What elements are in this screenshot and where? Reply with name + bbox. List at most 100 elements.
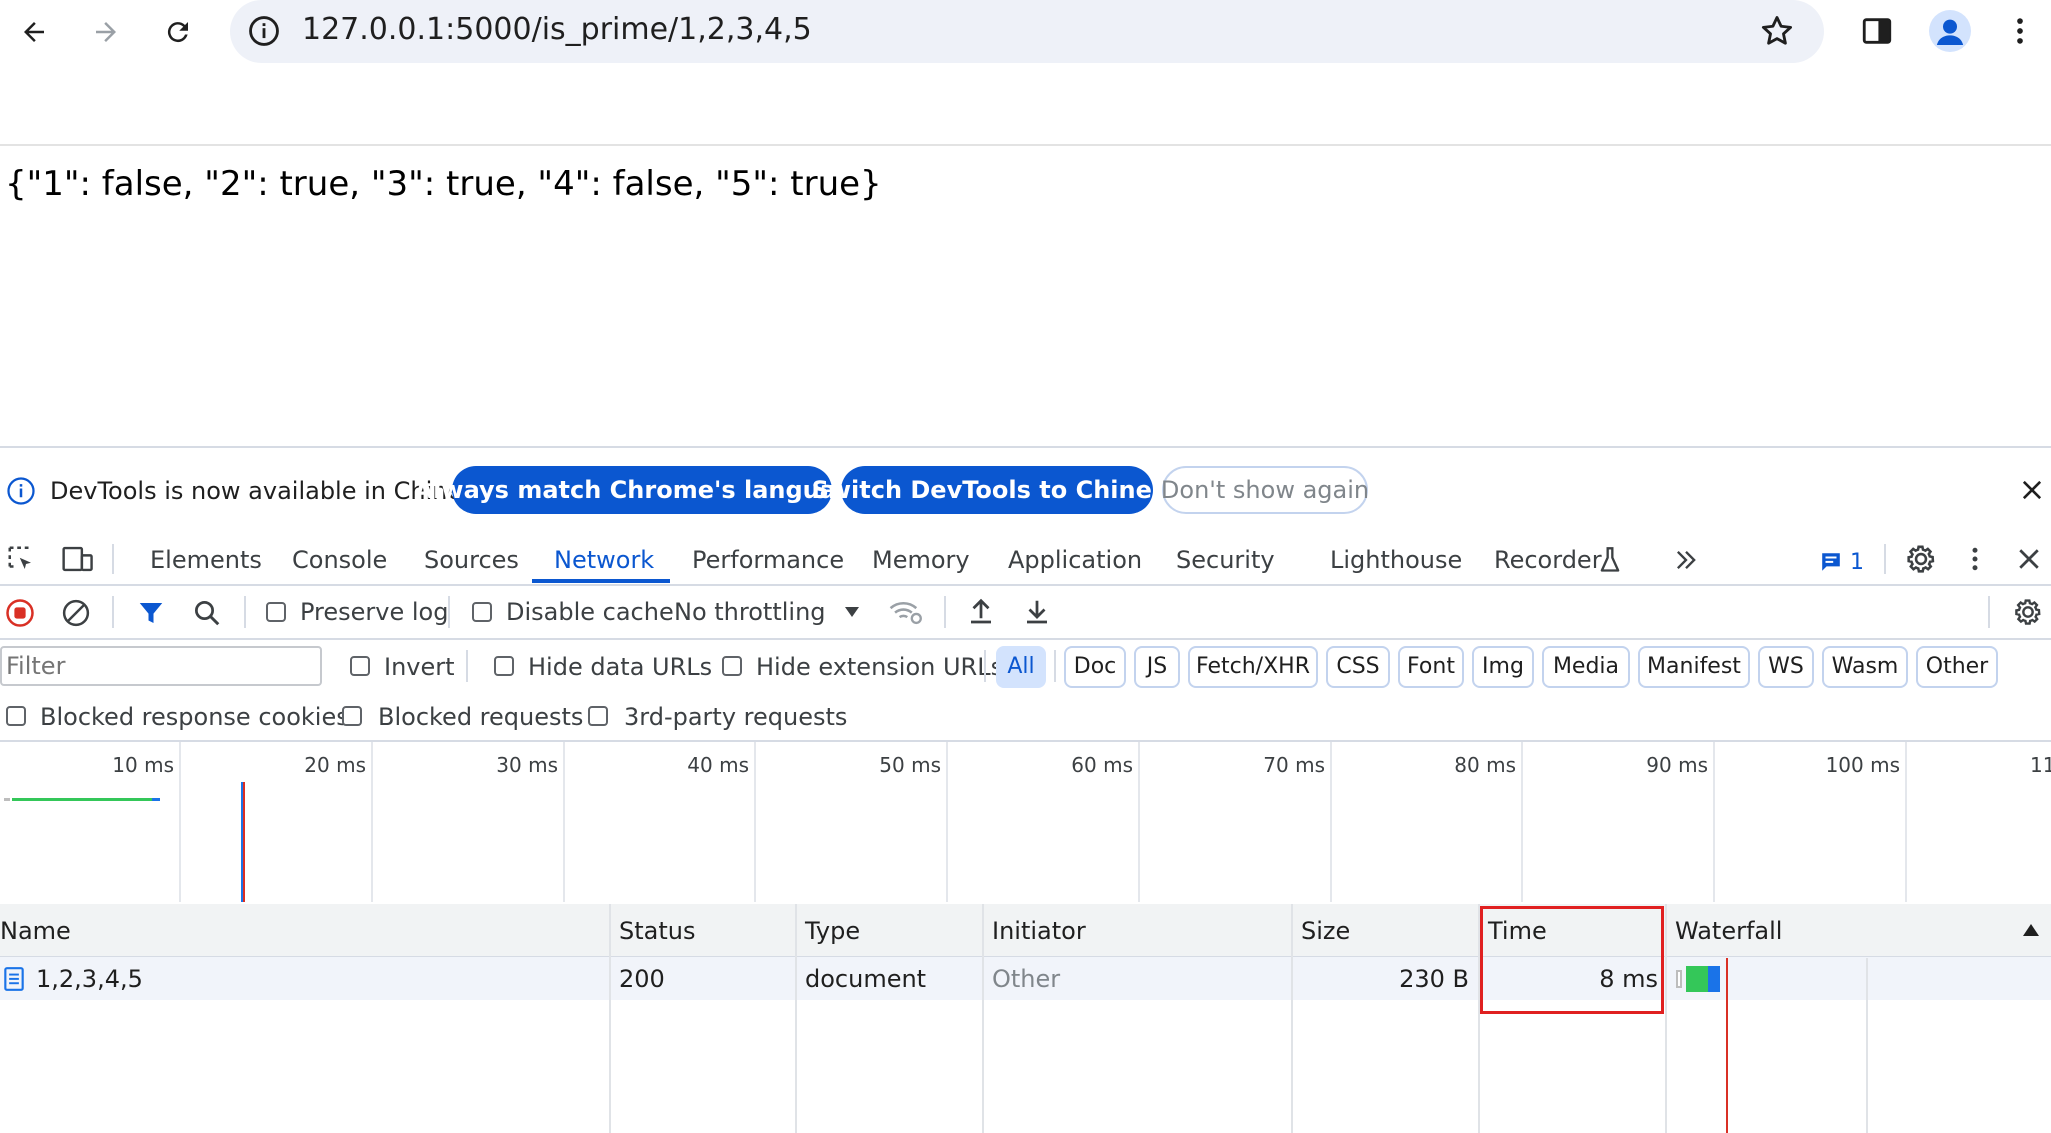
request-name[interactable]: 1,2,3,4,5 <box>36 962 143 996</box>
tab-application[interactable]: Application <box>1008 543 1142 577</box>
request-initiator: Other <box>992 965 1061 993</box>
issues-count[interactable]: 1 <box>1850 548 1864 578</box>
search-icon[interactable] <box>192 598 222 628</box>
hide-data-urls-label[interactable]: Hide data URLs <box>528 650 712 684</box>
forward-arrow-icon <box>96 22 116 42</box>
column-divider[interactable] <box>982 904 984 1133</box>
clear-icon[interactable] <box>61 598 91 628</box>
device-toolbar-icon[interactable] <box>60 544 94 574</box>
column-header-initiator[interactable]: Initiator <box>992 915 1086 947</box>
tab-lighthouse[interactable]: Lighthouse <box>1330 543 1462 577</box>
column-header-status[interactable]: Status <box>619 915 695 947</box>
disable-cache-checkbox[interactable] <box>472 602 492 622</box>
network-conditions-icon[interactable] <box>888 596 924 628</box>
toolbar-separator <box>112 596 114 628</box>
filter-funnel-icon[interactable] <box>136 598 166 628</box>
column-header-type[interactable]: Type <box>805 915 860 947</box>
type-filter-ws[interactable]: WS <box>1758 646 1814 688</box>
column-divider[interactable] <box>609 904 611 1133</box>
type-filter-wasm[interactable]: Wasm <box>1822 646 1908 688</box>
tab-sources[interactable]: Sources <box>424 543 519 577</box>
browser-menu-icon[interactable] <box>2012 14 2028 48</box>
record-stop-icon[interactable] <box>5 598 35 628</box>
tab-memory[interactable]: Memory <box>872 543 970 577</box>
hide-extension-urls-checkbox[interactable] <box>722 656 742 676</box>
side-panel-icon[interactable] <box>1860 14 1894 48</box>
export-har-icon[interactable] <box>1022 596 1052 628</box>
throttling-select[interactable]: No throttling <box>674 595 826 629</box>
back-button[interactable] <box>10 8 58 56</box>
tab-network[interactable]: Network <box>554 543 654 577</box>
sort-ascending-icon[interactable] <box>2022 922 2040 938</box>
type-filter-font[interactable]: Font <box>1398 646 1464 688</box>
reload-button[interactable] <box>154 8 202 56</box>
column-header-size[interactable]: Size <box>1301 915 1350 947</box>
page-json-content: {"1": false, "2": true, "3": true, "4": … <box>5 164 882 204</box>
third-party-checkbox[interactable] <box>588 706 608 726</box>
page-divider <box>0 144 2051 146</box>
profile-avatar-icon[interactable] <box>1929 10 1971 52</box>
type-filter-fetch-xhr[interactable]: Fetch/XHR <box>1188 646 1318 688</box>
tab-security[interactable]: Security <box>1176 543 1275 577</box>
issues-message-icon[interactable] <box>1820 551 1842 573</box>
column-divider[interactable] <box>1665 904 1667 1133</box>
column-divider[interactable] <box>795 904 797 1133</box>
overview-gridline <box>1905 742 1907 902</box>
blocked-requests-checkbox[interactable] <box>342 706 362 726</box>
waterfall-gridline <box>1866 958 1868 1133</box>
third-party-label[interactable]: 3rd-party requests <box>624 700 847 734</box>
close-infobar-icon[interactable] <box>2018 476 2046 504</box>
column-divider[interactable] <box>1291 904 1293 1133</box>
type-filter-manifest[interactable]: Manifest <box>1638 646 1750 688</box>
network-settings-gear-icon[interactable] <box>2012 596 2044 628</box>
waterfall-load-line <box>1726 958 1728 1133</box>
request-status: 200 <box>619 965 665 993</box>
hide-data-urls-checkbox[interactable] <box>494 656 514 676</box>
overview-tick-label: 40 ms <box>687 753 749 777</box>
overview-tick-label: 90 ms <box>1646 753 1708 777</box>
hide-extension-urls-label[interactable]: Hide extension URLs <box>756 650 1003 684</box>
devtools-menu-icon[interactable] <box>1968 544 1982 574</box>
blocked-requests-label[interactable]: Blocked requests <box>378 700 583 734</box>
invert-checkbox[interactable] <box>350 656 370 676</box>
more-tabs-chevron-icon[interactable] <box>1672 546 1700 574</box>
filter-separator <box>1054 650 1056 682</box>
info-icon <box>6 476 36 506</box>
type-filter-all[interactable]: All <box>996 646 1046 688</box>
forward-button[interactable] <box>82 8 130 56</box>
preserve-log-checkbox[interactable] <box>266 602 286 622</box>
column-header-waterfall[interactable]: Waterfall <box>1675 915 1782 947</box>
column-header-name[interactable]: Name <box>0 915 71 947</box>
tab-elements[interactable]: Elements <box>150 543 262 577</box>
bookmark-star-icon[interactable] <box>1758 12 1796 50</box>
close-devtools-icon[interactable] <box>2014 544 2044 574</box>
settings-gear-icon[interactable] <box>1904 542 1938 576</box>
disable-cache-label[interactable]: Disable cache <box>506 595 674 629</box>
dropdown-arrow-icon[interactable] <box>842 602 862 622</box>
filter-input[interactable] <box>0 646 322 686</box>
filter-separator <box>466 650 468 682</box>
type-filter-js[interactable]: JS <box>1134 646 1180 688</box>
type-filter-css[interactable]: CSS <box>1326 646 1390 688</box>
overview-gridline <box>754 742 756 902</box>
switch-devtools-chinese-button[interactable]: Switch DevTools to Chinese <box>812 466 1182 514</box>
tab-recorder[interactable]: Recorder <box>1494 543 1602 577</box>
site-info-icon[interactable] <box>247 14 281 48</box>
blocked-cookies-label[interactable]: Blocked response cookies <box>40 700 349 734</box>
url-text[interactable]: 127.0.0.1:5000/is_prime/1,2,3,4,5 <box>302 8 812 52</box>
waterfall-download-bar <box>1708 966 1720 992</box>
type-filter-doc[interactable]: Doc <box>1064 646 1126 688</box>
type-filter-img[interactable]: Img <box>1472 646 1534 688</box>
blocked-cookies-checkbox[interactable] <box>6 706 26 726</box>
invert-label[interactable]: Invert <box>384 650 455 684</box>
type-filter-media[interactable]: Media <box>1542 646 1630 688</box>
overview-tick-label: 100 ms <box>1825 753 1900 777</box>
dont-show-again-button[interactable]: Don't show again <box>1161 466 1369 514</box>
always-match-language-button[interactable]: Always match Chrome's language <box>415 466 869 514</box>
tab-performance[interactable]: Performance <box>692 543 844 577</box>
preserve-log-label[interactable]: Preserve log <box>300 595 448 629</box>
tab-console[interactable]: Console <box>292 543 387 577</box>
inspect-element-icon[interactable] <box>6 544 36 574</box>
import-har-icon[interactable] <box>966 596 996 628</box>
type-filter-other[interactable]: Other <box>1916 646 1998 688</box>
